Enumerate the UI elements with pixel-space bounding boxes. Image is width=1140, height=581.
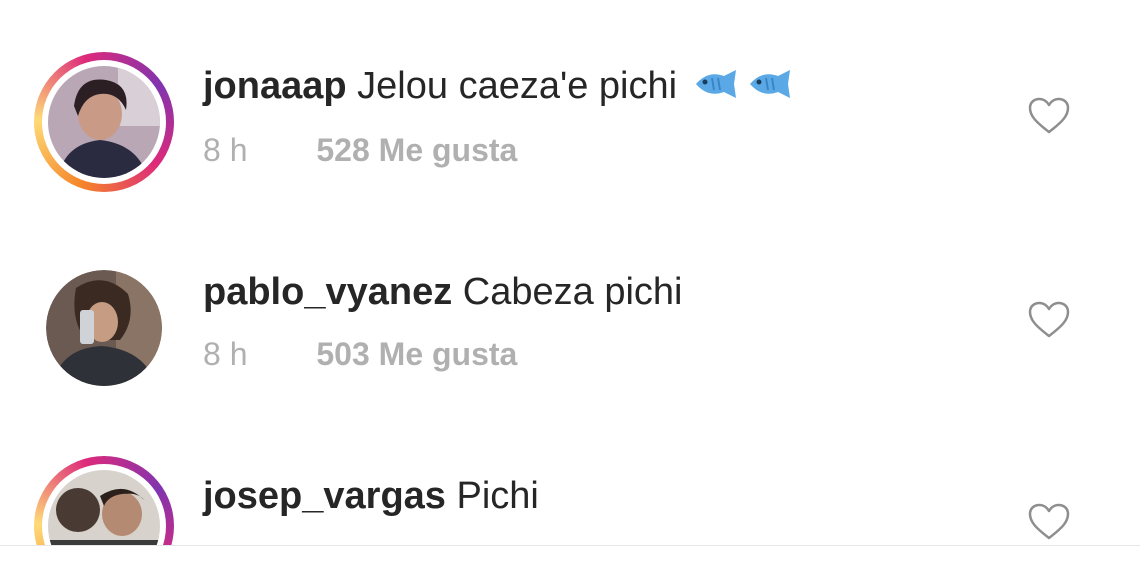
- fish-emoji: [695, 70, 736, 98]
- comment-list: jonaaap Jelou caeza'e pichi 8 h 528 Me g…: [0, 0, 1140, 545]
- comment-likes[interactable]: 528 Me gusta: [316, 132, 517, 168]
- avatar[interactable]: [42, 464, 166, 545]
- avatar-frame: [46, 270, 162, 386]
- bottom-bar: [0, 546, 1140, 581]
- comment-item: pablo_vyanez Cabeza pichi 8 h 503 Me gus…: [0, 202, 1140, 402]
- avatar-photo: [46, 270, 162, 386]
- comment-username[interactable]: pablo_vyanez: [203, 271, 452, 313]
- comment-meta: 8 h 528 Me gusta: [203, 132, 517, 169]
- comment-username[interactable]: josep_vargas: [203, 475, 446, 517]
- comment-meta: 8 h 503 Me gusta: [203, 336, 517, 373]
- comment-username[interactable]: jonaaap: [203, 65, 347, 107]
- heart-outline-icon[interactable]: [1028, 301, 1070, 339]
- avatar-photo: [48, 66, 160, 178]
- comment-time: 8 h: [203, 132, 248, 168]
- avatar-image: [48, 66, 160, 178]
- heart-outline-icon[interactable]: [1028, 97, 1070, 135]
- comment-text: pablo_vyanez Cabeza pichi: [203, 268, 682, 316]
- comment-time: 8 h: [203, 336, 248, 372]
- comment-body: Pichi: [456, 475, 539, 517]
- heart-outline-icon[interactable]: [1028, 503, 1070, 541]
- comment-body: Cabeza pichi: [462, 271, 683, 313]
- avatar[interactable]: [42, 60, 166, 184]
- comment-text: jonaaap Jelou caeza'e pichi: [203, 62, 796, 110]
- avatar-story-ring[interactable]: [34, 456, 174, 545]
- avatar-story-ring[interactable]: [34, 52, 174, 192]
- comment-body: Jelou caeza'e pichi: [357, 65, 678, 107]
- comment-item: josep_vargas Pichi: [0, 404, 1140, 545]
- comment-text: josep_vargas Pichi: [203, 472, 539, 520]
- avatar[interactable]: [46, 270, 162, 386]
- avatar-image: [46, 270, 162, 386]
- avatar-photo: [48, 470, 160, 545]
- fish-emoji: [749, 70, 790, 98]
- comment-item: jonaaap Jelou caeza'e pichi 8 h 528 Me g…: [0, 0, 1140, 200]
- avatar-image: [48, 470, 160, 545]
- comment-likes[interactable]: 503 Me gusta: [316, 336, 517, 372]
